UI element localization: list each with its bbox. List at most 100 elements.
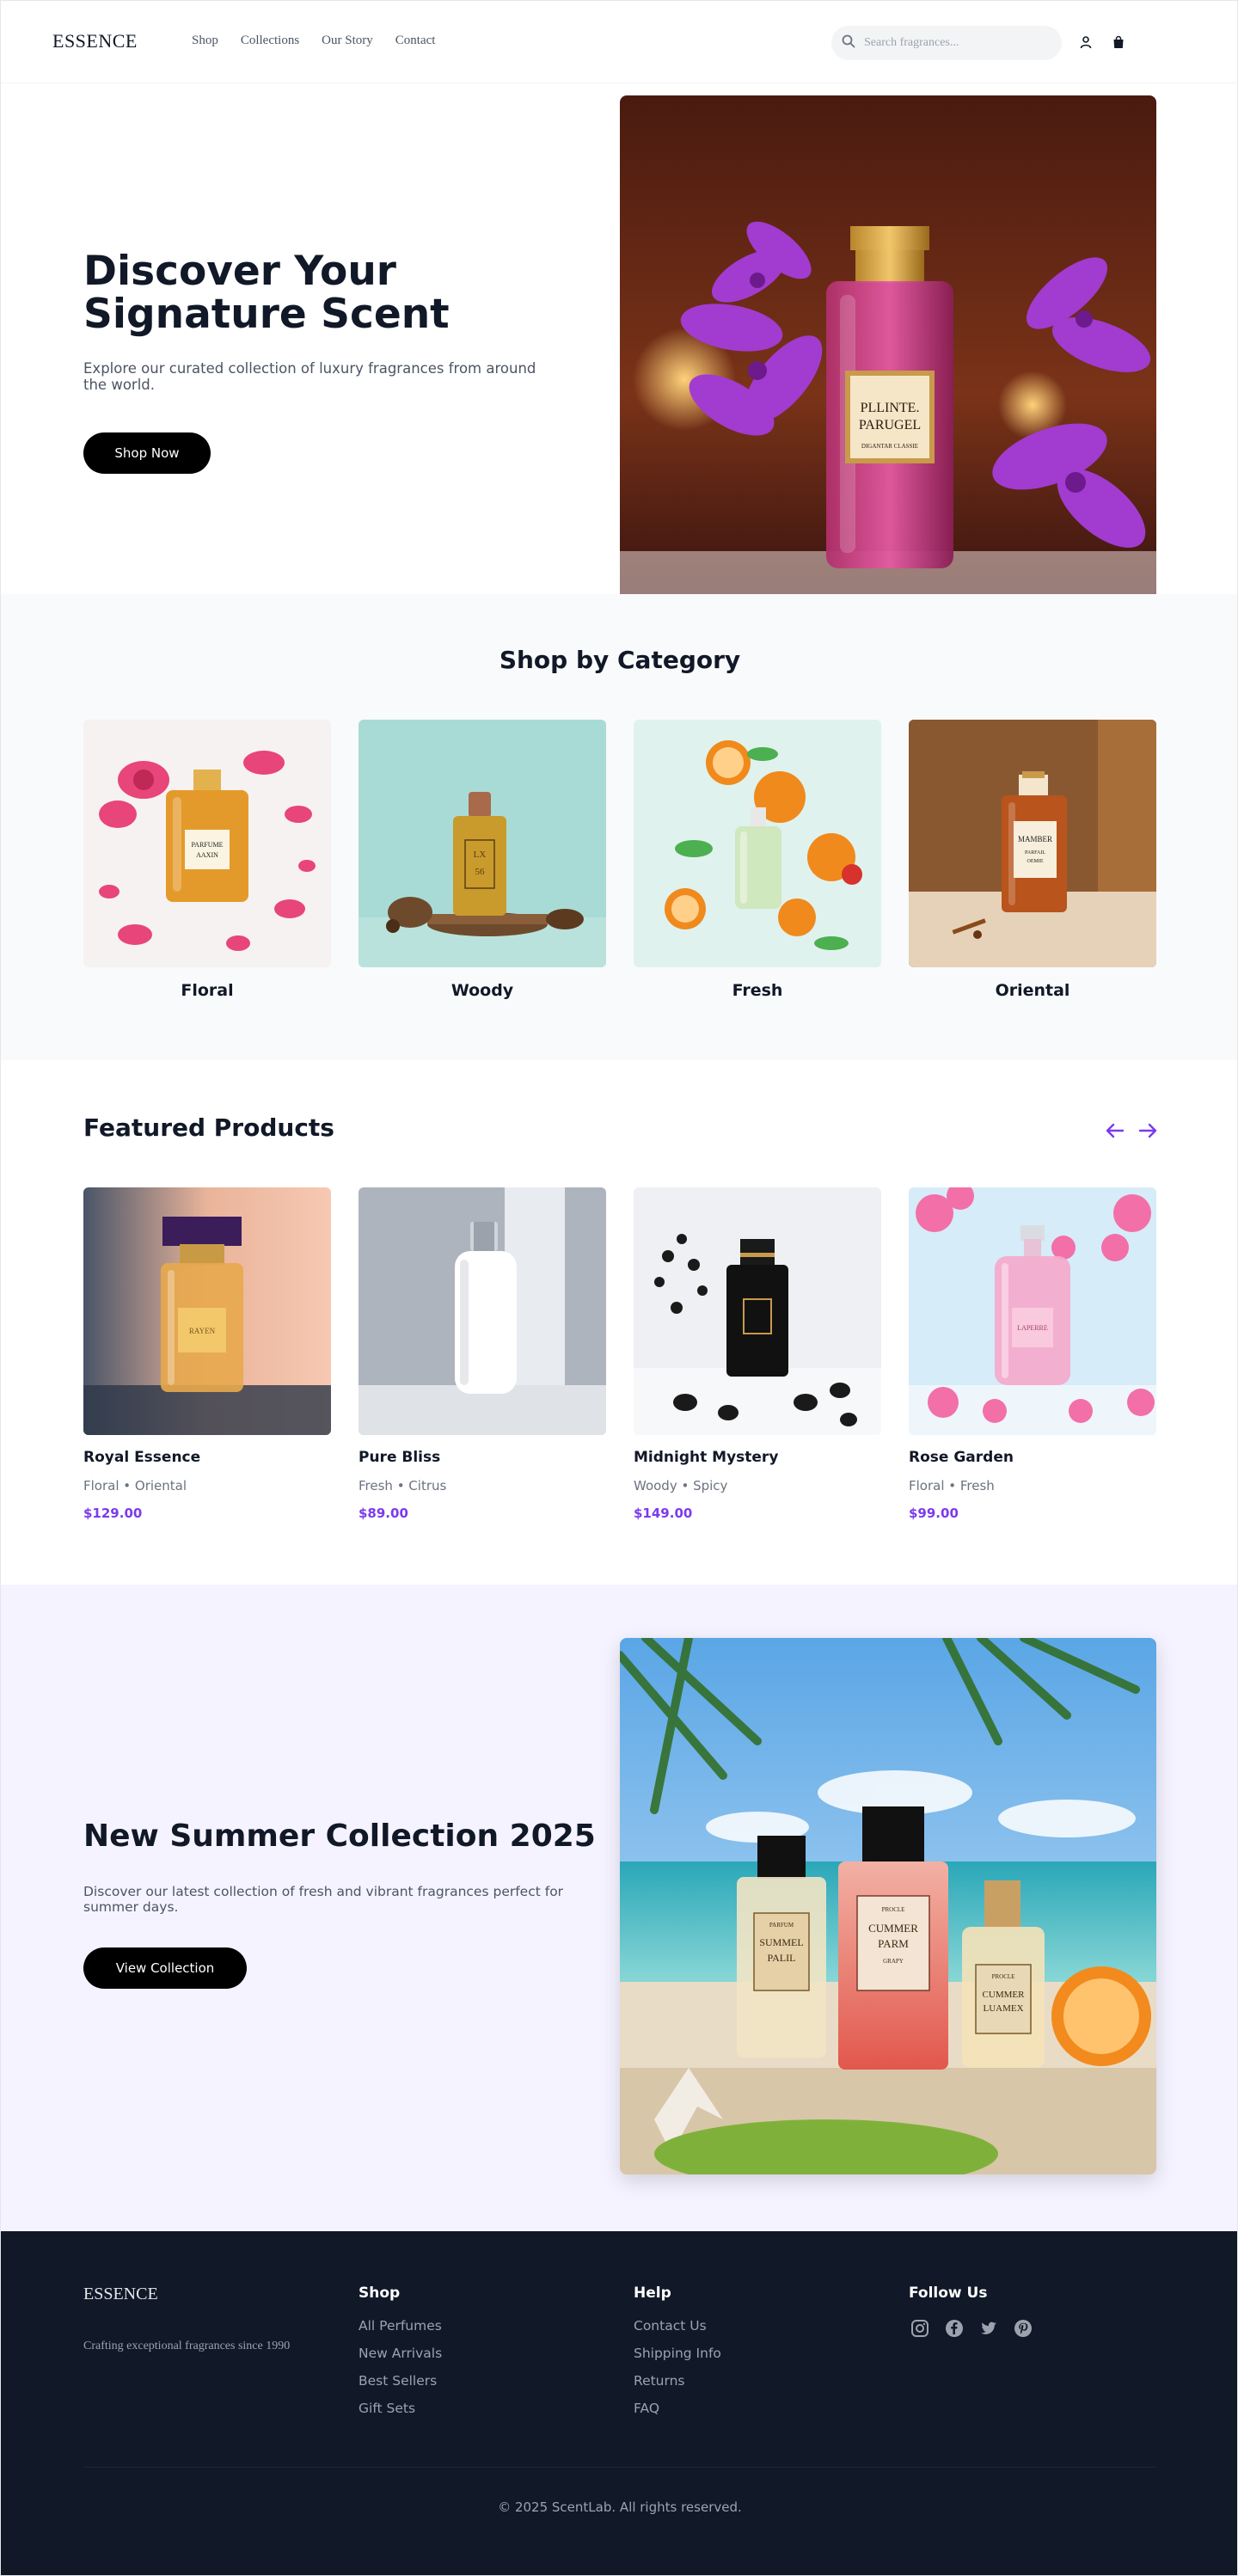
bottle-label-text: AAXIN	[196, 851, 218, 859]
summer-collection-image: PARFUM SUMMEL PALIL PROCLE CUMMER PARM G…	[620, 1638, 1156, 2174]
bottle-label-text: PARFUM	[769, 1922, 794, 1929]
arrow-left-icon[interactable]	[1103, 1119, 1127, 1143]
social-links	[909, 2317, 1034, 2340]
category-section-title: Shop by Category	[499, 646, 741, 674]
footer-column-title: Follow Us	[909, 2285, 988, 2302]
category-name: Oriental	[995, 981, 1070, 1000]
shop-now-button[interactable]: Shop Now	[83, 432, 211, 474]
category-name: Fresh	[732, 981, 783, 1000]
product-card[interactable]: Pure Bliss Fresh • Citrus $89.00	[359, 1187, 606, 1521]
product-image: LAPERRE	[909, 1187, 1156, 1435]
category-name: Woody	[450, 981, 514, 1000]
view-collection-button[interactable]: View Collection	[83, 1947, 247, 1989]
nav-link-contact[interactable]: Contact	[395, 34, 436, 48]
bottle-label-text: LAPERRE	[1017, 1324, 1048, 1332]
bottle-label-text: CUMMER	[983, 1990, 1026, 2000]
footer-column-title: Shop	[359, 2285, 401, 2302]
bottle-label-text: PROCLE	[992, 1973, 1015, 1980]
hero-title: Discover Your Signature Scent	[83, 248, 450, 338]
summer-collection-title: New Summer Collection 2025	[83, 1819, 596, 1854]
category-image-fresh	[634, 720, 881, 967]
footer-link-shipping-info[interactable]: Shipping Info	[634, 2345, 721, 2362]
product-price: $89.00	[359, 1506, 408, 1521]
arrow-right-icon[interactable]	[1136, 1119, 1160, 1143]
site-footer: ESSENCE Crafting exceptional fragrances …	[1, 2231, 1237, 2575]
product-name: Royal Essence	[83, 1449, 201, 1466]
category-section: Shop by Category PARFUME AAXIN Floral LX…	[1, 594, 1237, 1060]
summer-collection-section: New Summer Collection 2025 Discover our …	[1, 1585, 1237, 2231]
footer-link-contact-us[interactable]: Contact Us	[634, 2317, 721, 2334]
bottle-label-text: PALIL	[768, 1952, 796, 1964]
search-input[interactable]	[864, 36, 1036, 50]
search-icon	[842, 34, 855, 52]
search-box	[831, 26, 1062, 60]
bottle-label-text: CUMMER	[868, 1922, 918, 1935]
bottle-label-text: LX	[474, 849, 487, 860]
category-card-woody[interactable]: LX 56 Woody	[359, 720, 606, 1000]
bottle-label-text: GRAPY	[883, 1958, 904, 1965]
hero-section: Discover Your Signature Scent Explore ou…	[1, 83, 1237, 594]
footer-divider	[83, 2467, 1156, 2468]
bottle-label-text: DIGANTAR CLASSIE	[861, 443, 918, 450]
footer-link-new-arrivals[interactable]: New Arrivals	[359, 2345, 442, 2362]
bottle-label-text: PARM	[878, 1937, 909, 1950]
product-name: Midnight Mystery	[634, 1449, 779, 1466]
nav-link-shop[interactable]: Shop	[192, 34, 218, 48]
bottle-label-text: PARFUME	[191, 841, 223, 849]
category-card-oriental[interactable]: MAMBER PARFAIL OEMIE Oriental	[909, 720, 1156, 1000]
footer-link-faq[interactable]: FAQ	[634, 2400, 721, 2417]
nav-link-our-story[interactable]: Our Story	[322, 34, 373, 48]
bottle-label-text: MAMBER	[1018, 835, 1052, 843]
category-name: Floral	[181, 981, 234, 1000]
bottle-label-text: PARUGEL	[859, 418, 921, 432]
category-card-fresh[interactable]: Fresh	[634, 720, 881, 1000]
product-card[interactable]: LAPERRE Rose Garden Floral • Fresh $99.0…	[909, 1187, 1156, 1521]
product-price: $129.00	[83, 1506, 143, 1521]
category-card-floral[interactable]: PARFUME AAXIN Floral	[83, 720, 331, 1000]
footer-link-all-perfumes[interactable]: All Perfumes	[359, 2317, 442, 2334]
footer-follow-column: Follow Us	[909, 2285, 1034, 2340]
pinterest-icon[interactable]	[1012, 2317, 1034, 2340]
footer-shop-column: Shop All Perfumes New Arrivals Best Sell…	[359, 2285, 442, 2427]
bottle-label-text: PLLINTE.	[861, 401, 920, 415]
bottle-label-text: 56	[475, 867, 486, 877]
instagram-icon[interactable]	[909, 2317, 931, 2340]
bottle-label-text: PARFAIL	[1025, 850, 1045, 856]
footer-help-column: Help Contact Us Shipping Info Returns FA…	[634, 2285, 721, 2427]
product-image	[634, 1187, 881, 1435]
footer-link-returns[interactable]: Returns	[634, 2372, 721, 2389]
bottle-label-text: LUAMEX	[983, 2003, 1023, 2014]
bottle-label-text: SUMMEL	[759, 1936, 803, 1948]
product-tags: Floral • Fresh	[909, 1478, 995, 1493]
nav-link-collections[interactable]: Collections	[241, 34, 299, 48]
category-image-woody: LX 56	[359, 720, 606, 967]
featured-section: Featured Products RAYEN Royal Essence Fl…	[1, 1060, 1237, 1585]
product-name: Rose Garden	[909, 1449, 1014, 1466]
hero-subtitle: Explore our curated collection of luxury…	[83, 360, 536, 393]
footer-link-gift-sets[interactable]: Gift Sets	[359, 2400, 442, 2417]
product-image	[359, 1187, 606, 1435]
category-image-floral: PARFUME AAXIN	[83, 720, 331, 967]
product-card[interactable]: Midnight Mystery Woody • Spicy $149.00	[634, 1187, 881, 1521]
product-name: Pure Bliss	[359, 1449, 441, 1466]
summer-collection-subtitle: Discover our latest collection of fresh …	[83, 1884, 564, 1915]
footer-copyright: © 2025 ScentLab. All rights reserved.	[498, 2499, 742, 2515]
twitter-icon[interactable]	[978, 2317, 1000, 2340]
product-card[interactable]: RAYEN Royal Essence Floral • Oriental $1…	[83, 1187, 331, 1521]
product-tags: Fresh • Citrus	[359, 1478, 447, 1493]
category-image-oriental: MAMBER PARFAIL OEMIE	[909, 720, 1156, 967]
product-tags: Floral • Oriental	[83, 1478, 187, 1493]
page: ESSENCE Shop Collections Our Story Conta…	[0, 0, 1238, 2576]
footer-link-best-sellers[interactable]: Best Sellers	[359, 2372, 442, 2389]
footer-tagline: Crafting exceptional fragrances since 19…	[83, 2340, 291, 2352]
footer-column-title: Help	[634, 2285, 671, 2302]
facebook-icon[interactable]	[943, 2317, 965, 2340]
main-nav: Shop Collections Our Story Contact	[192, 34, 435, 48]
footer-logo[interactable]: ESSENCE	[83, 2285, 158, 2304]
shopping-bag-icon[interactable]	[1110, 34, 1127, 51]
product-image: RAYEN	[83, 1187, 331, 1435]
product-tags: Woody • Spicy	[634, 1478, 728, 1493]
logo[interactable]: ESSENCE	[52, 30, 138, 52]
user-icon[interactable]	[1077, 34, 1094, 51]
product-price: $149.00	[634, 1506, 693, 1521]
